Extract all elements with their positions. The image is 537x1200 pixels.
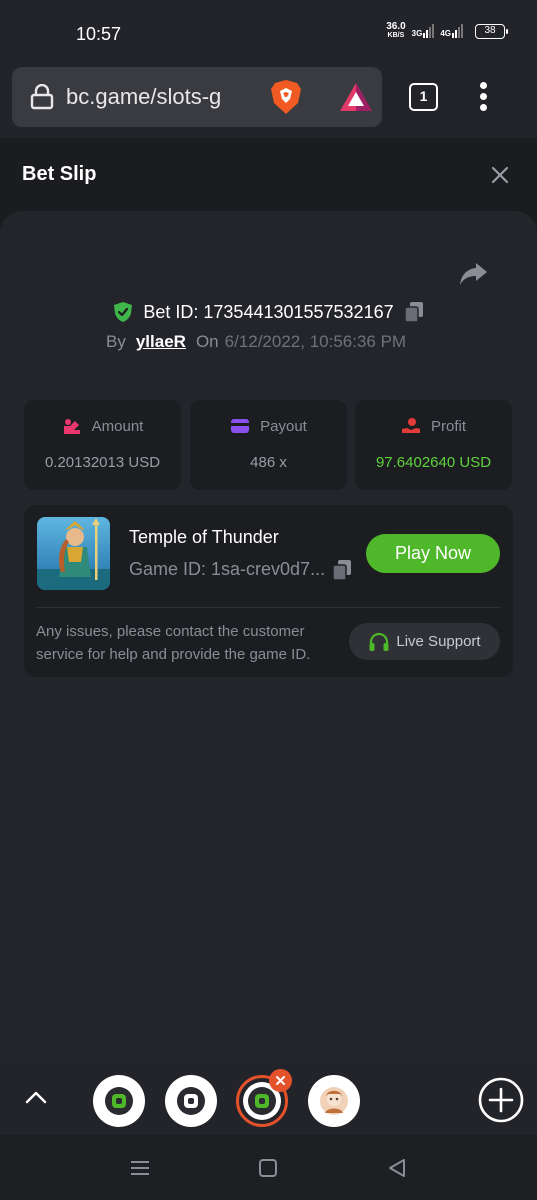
chevron-up-icon[interactable] xyxy=(24,1085,48,1109)
username-link[interactable]: yllaeR xyxy=(136,332,186,351)
more-menu-icon[interactable] xyxy=(476,82,490,112)
stat-value: 486 x xyxy=(250,454,287,471)
brave-shields-icon[interactable] xyxy=(270,79,302,115)
divider xyxy=(36,607,501,608)
amount-icon xyxy=(63,419,80,434)
stat-card-amount: Amount 0.20132013 USD xyxy=(24,400,181,490)
new-tab-plus-icon[interactable] xyxy=(477,1076,525,1124)
brave-rewards-icon[interactable] xyxy=(338,81,374,113)
stat-value: 97.6402640 USD xyxy=(375,454,492,471)
on-label: On xyxy=(195,332,219,351)
stat-label: Payout xyxy=(260,417,307,435)
help-text: Any issues, please contact the customer … xyxy=(36,623,311,663)
by-label: By xyxy=(106,332,126,351)
close-icon[interactable] xyxy=(489,164,511,186)
tab-bcgame-1[interactable] xyxy=(93,1075,145,1127)
headset-icon xyxy=(369,632,389,651)
profit-icon xyxy=(401,418,420,433)
browser-toolbar: bc.game/slots-g 1 xyxy=(0,66,537,138)
signal-sim1-icon: 3G xyxy=(412,24,435,38)
system-nav-bar xyxy=(0,1135,537,1200)
tab-bcgame-2[interactable] xyxy=(165,1075,217,1127)
payout-icon xyxy=(231,419,250,433)
stat-card-payout: Payout 486 x xyxy=(190,400,347,490)
game-title: Temple of Thunder xyxy=(129,527,279,547)
game-id: Game ID: 1sa-crev0d7... xyxy=(129,559,326,579)
page-title: Bet Slip xyxy=(22,163,97,185)
home-icon[interactable] xyxy=(257,1157,279,1179)
net-speed: 36.0 KB/S xyxy=(386,21,406,40)
bet-date: 6/12/2022, 10:56:36 PM xyxy=(224,332,407,351)
bcgame-logo-icon xyxy=(112,1094,126,1108)
bet-id-row: Bet ID: 1735441301557532167 xyxy=(0,300,537,324)
stat-label: Profit xyxy=(430,417,466,435)
close-tab-icon[interactable] xyxy=(269,1069,292,1092)
status-indicators: 36.0 KB/S 3G 4G 38 xyxy=(386,21,508,40)
lock-icon xyxy=(30,84,54,110)
avatar-icon xyxy=(320,1087,348,1115)
copy-icon[interactable] xyxy=(403,301,424,323)
tab-switcher-button[interactable]: 1 xyxy=(409,83,438,111)
play-now-button[interactable]: Play Now xyxy=(366,534,500,573)
bet-id-text: Bet ID: 1735441301557532167 xyxy=(143,301,394,322)
game-thumbnail[interactable] xyxy=(37,517,110,590)
url-text: bc.game/slots-g xyxy=(66,84,222,109)
bcgame-logo-icon xyxy=(255,1094,269,1108)
stat-card-profit: Profit 97.6402640 USD xyxy=(355,400,512,490)
verified-shield-icon xyxy=(114,302,133,322)
back-icon[interactable] xyxy=(386,1157,408,1179)
battery-icon: 38 xyxy=(475,23,508,39)
tab-avatar-site[interactable] xyxy=(308,1075,360,1127)
share-icon[interactable] xyxy=(458,261,488,287)
browser-tab-strip xyxy=(0,1063,537,1135)
live-support-button[interactable]: Live Support xyxy=(349,623,500,660)
stat-value: 0.20132013 USD xyxy=(44,454,161,471)
signal-sim2-icon: 4G xyxy=(440,24,463,38)
address-bar[interactable]: bc.game/slots-g xyxy=(12,67,382,127)
bcgame-logo-icon xyxy=(184,1094,198,1108)
bet-byline: By yllaeR On 6/12/2022, 10:56:36 PM xyxy=(106,332,406,352)
stat-label: Amount xyxy=(91,417,144,435)
recents-menu-icon[interactable] xyxy=(129,1157,151,1179)
game-card: Temple of Thunder Game ID: 1sa-crev0d7..… xyxy=(24,505,513,677)
status-bar: 10:57 36.0 KB/S 3G 4G 38 xyxy=(0,0,537,66)
copy-icon[interactable] xyxy=(332,559,352,581)
live-support-label: Live Support xyxy=(396,633,481,650)
status-time: 10:57 xyxy=(76,24,122,44)
